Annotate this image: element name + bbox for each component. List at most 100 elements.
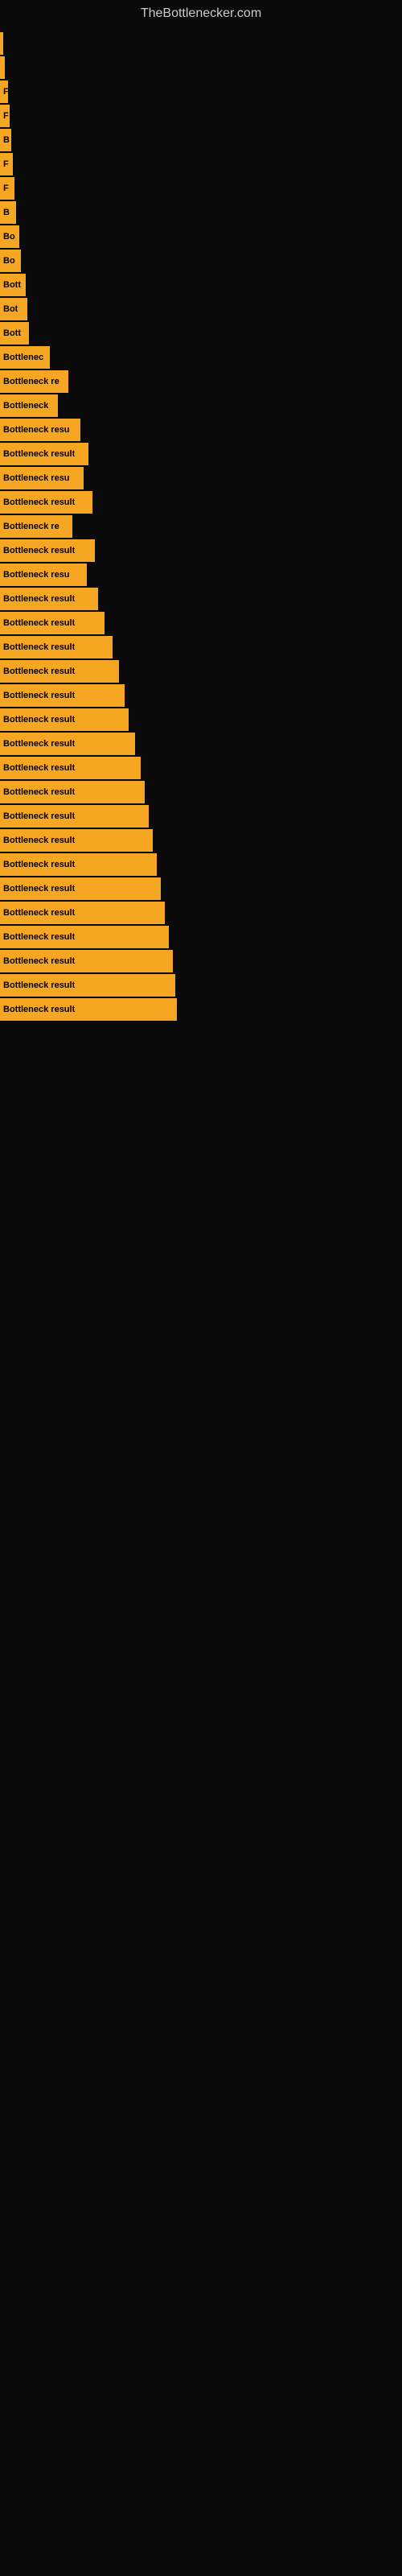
- bar: F: [0, 153, 13, 175]
- bar-row: Bott: [0, 274, 402, 296]
- bar-row: [0, 56, 402, 79]
- bar: Bott: [0, 274, 26, 296]
- bar-label: Bott: [3, 280, 21, 290]
- bar-row: F: [0, 80, 402, 103]
- bar-label: Bottleneck re: [3, 522, 59, 531]
- bar: Bottleneck result: [0, 902, 165, 924]
- bar-label: Bottleneck result: [3, 836, 75, 845]
- bar-row: Bottleneck result: [0, 781, 402, 803]
- site-header: TheBottlenecker.com: [0, 0, 402, 24]
- bar: Bot: [0, 298, 27, 320]
- bar: F: [0, 105, 10, 127]
- bar-label: Bottleneck resu: [3, 473, 70, 483]
- bar-row: Bottleneck re: [0, 370, 402, 393]
- bar: Bottleneck re: [0, 370, 68, 393]
- bar: [0, 32, 3, 55]
- bar-label: Bottleneck result: [3, 546, 75, 555]
- bar-row: Bottleneck result: [0, 539, 402, 562]
- bar: Bottleneck result: [0, 829, 153, 852]
- bar-label: Bottleneck result: [3, 618, 75, 628]
- bar-row: Bottleneck resu: [0, 419, 402, 441]
- bar-row: Bottleneck re: [0, 515, 402, 538]
- bar: Bottleneck result: [0, 636, 113, 658]
- bar-row: Bottleneck result: [0, 829, 402, 852]
- bar-label: F: [3, 159, 9, 169]
- bar-row: Bottleneck result: [0, 998, 402, 1021]
- bar: Bottleneck result: [0, 612, 105, 634]
- bar-row: B: [0, 201, 402, 224]
- bar-row: Bottleneck result: [0, 805, 402, 828]
- bar-label: B: [3, 208, 10, 217]
- bar: Bottleneck result: [0, 588, 98, 610]
- bar-label: Bottleneck re: [3, 377, 59, 386]
- bar: Bottleneck result: [0, 950, 173, 972]
- bar-row: Bottleneck result: [0, 612, 402, 634]
- bar-row: B: [0, 129, 402, 151]
- bar: Bottleneck re: [0, 515, 72, 538]
- bar-label: Bottleneck result: [3, 763, 75, 773]
- bar-label: Bottleneck result: [3, 739, 75, 749]
- bar: Bottleneck result: [0, 757, 141, 779]
- bar-row: F: [0, 177, 402, 200]
- bar-row: [0, 32, 402, 55]
- site-title: TheBottlenecker.com: [0, 0, 402, 24]
- bar: [0, 56, 5, 79]
- bar-row: Bottleneck result: [0, 926, 402, 948]
- bar: Bottleneck resu: [0, 564, 87, 586]
- bar: Bottleneck: [0, 394, 58, 417]
- bar-label: Bottleneck result: [3, 811, 75, 821]
- bar: Bottleneck result: [0, 491, 92, 514]
- bar: Bo: [0, 225, 19, 248]
- bar-label: Bottlenec: [3, 353, 43, 362]
- bar-label: Bott: [3, 328, 21, 338]
- bar-label: Bottleneck result: [3, 594, 75, 604]
- bar-row: Bottleneck resu: [0, 467, 402, 489]
- bar-row: Bottleneck result: [0, 588, 402, 610]
- bar-label: Bottleneck result: [3, 860, 75, 869]
- bar: Bottleneck result: [0, 998, 177, 1021]
- bar: Bottleneck result: [0, 733, 135, 755]
- bar-row: Bottleneck result: [0, 950, 402, 972]
- bar: Bottleneck result: [0, 684, 125, 707]
- bar: Bottleneck result: [0, 443, 88, 465]
- bar-row: Bot: [0, 298, 402, 320]
- bar-label: Bottleneck result: [3, 884, 75, 894]
- bar-row: Bottleneck result: [0, 902, 402, 924]
- bar-label: Bottleneck result: [3, 497, 75, 507]
- bar-label: Bottleneck result: [3, 956, 75, 966]
- bar-row: Bottleneck resu: [0, 564, 402, 586]
- bar: Bottleneck result: [0, 708, 129, 731]
- bar-row: Bottleneck: [0, 394, 402, 417]
- bar-label: Bottleneck result: [3, 715, 75, 724]
- bar-row: F: [0, 105, 402, 127]
- bar: Bottleneck resu: [0, 419, 80, 441]
- bar-label: Bot: [3, 304, 18, 314]
- bar: Bottleneck resu: [0, 467, 84, 489]
- bar: Bottleneck result: [0, 853, 157, 876]
- bar-row: F: [0, 153, 402, 175]
- bar-label: Bottleneck result: [3, 449, 75, 459]
- bar-label: Bottleneck: [3, 401, 48, 411]
- bar-label: Bottleneck result: [3, 932, 75, 942]
- bar: Bottleneck result: [0, 805, 149, 828]
- bar-row: Bottleneck result: [0, 757, 402, 779]
- bar-label: F: [3, 111, 9, 121]
- bar: Bottlenec: [0, 346, 50, 369]
- bar-label: Bo: [3, 232, 15, 242]
- bar: Bott: [0, 322, 29, 345]
- bar-row: Bottleneck result: [0, 708, 402, 731]
- bar-row: Bottleneck result: [0, 877, 402, 900]
- bar-label: F: [3, 184, 9, 193]
- bar-row: Bo: [0, 250, 402, 272]
- bar-label: Bo: [3, 256, 15, 266]
- bar-label: Bottleneck resu: [3, 425, 70, 435]
- bar-label: F: [3, 87, 8, 97]
- bar: F: [0, 80, 8, 103]
- bar: B: [0, 201, 16, 224]
- bar-row: Bottleneck result: [0, 974, 402, 997]
- bar-label: Bottleneck result: [3, 691, 75, 700]
- bar-row: Bottleneck result: [0, 636, 402, 658]
- bar: Bottleneck result: [0, 974, 175, 997]
- bar-row: Bottlenec: [0, 346, 402, 369]
- bar: Bottleneck result: [0, 781, 145, 803]
